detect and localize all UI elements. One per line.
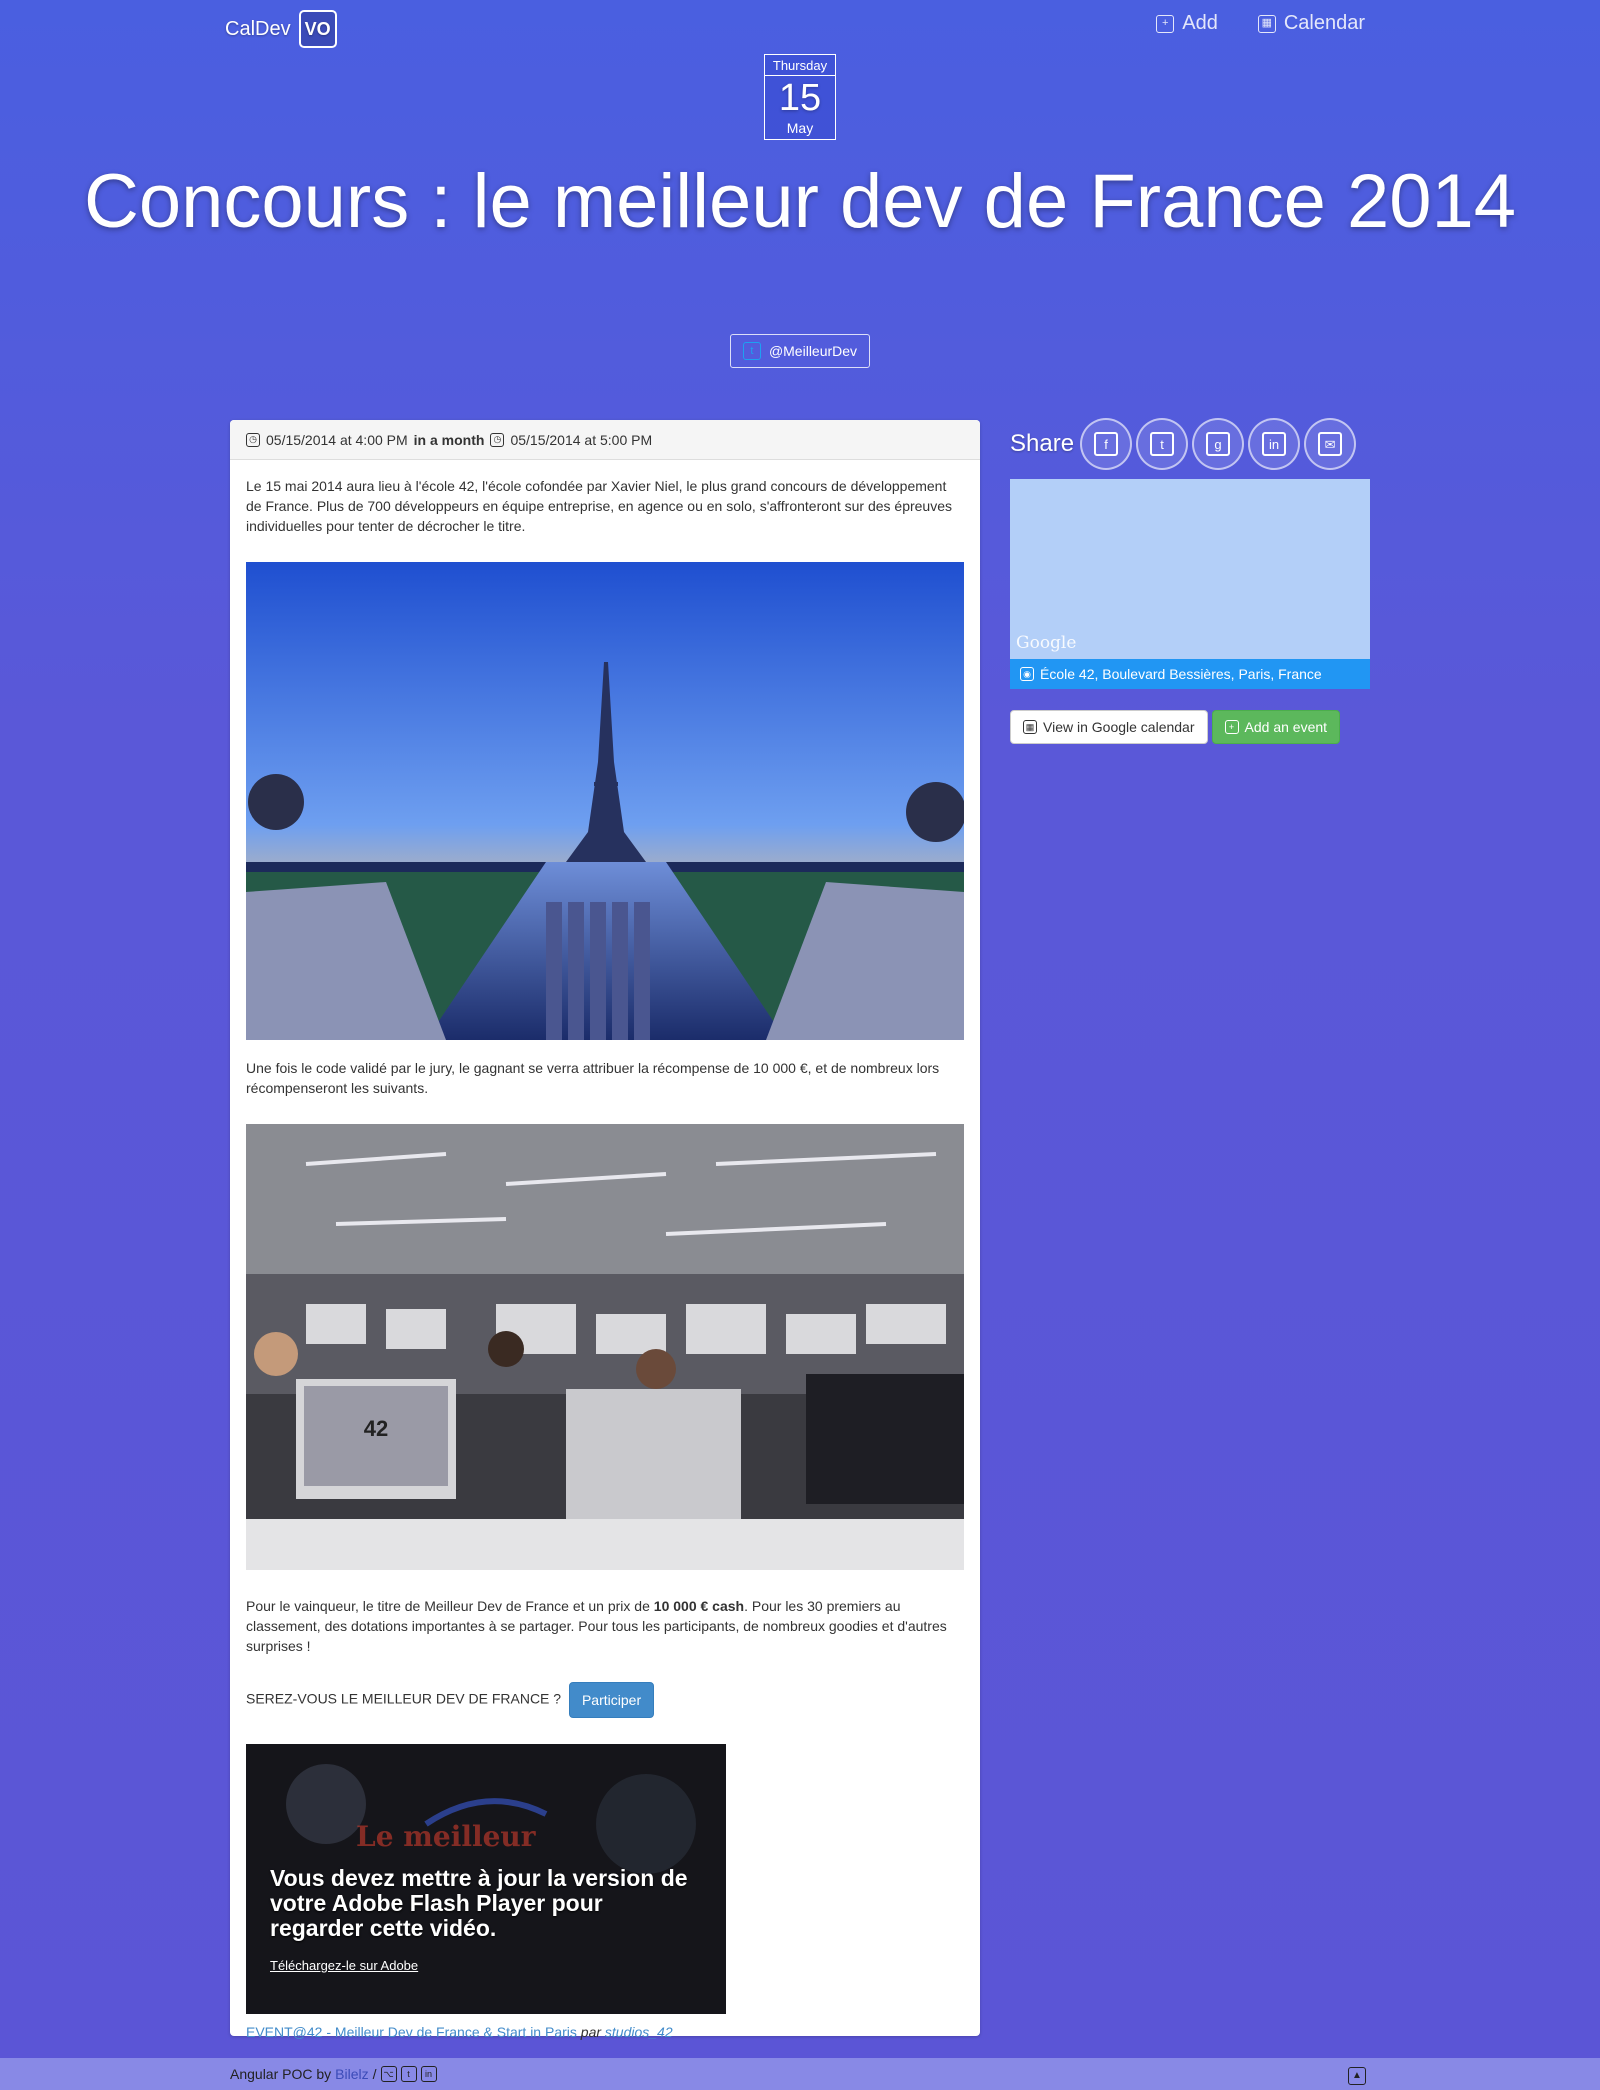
facebook-icon: f (1094, 432, 1119, 456)
google-calendar-icon: ▦ (1023, 720, 1037, 734)
footer-author-link[interactable]: Bilelz (335, 2066, 368, 2082)
brand-name[interactable]: CalDev (225, 18, 291, 41)
add-event-label: Add an event (1244, 719, 1328, 735)
prize-text-a: Pour le vainqueur, le titre de Meilleur … (246, 1598, 654, 1614)
linkedin-icon: in (1262, 432, 1287, 456)
date-month: May (786, 120, 814, 136)
calendar-icon: ▦ (1257, 14, 1276, 33)
logo-icon[interactable]: VO (298, 10, 337, 48)
nav-calendar-link[interactable]: ▦ Calendar (1257, 12, 1365, 35)
share-linkedin-button[interactable]: in (1248, 418, 1301, 470)
event-title: Concours : le meilleur dev de France 201… (83, 159, 1517, 244)
map-address-bar[interactable]: ◉ École 42, Boulevard Bessières, Paris, … (1010, 659, 1370, 689)
event-relative: in a month (413, 431, 485, 448)
add-event-button[interactable]: + Add an event (1211, 710, 1341, 744)
calendar-actions: ▦ View in Google calendar + Add an event (1010, 710, 1341, 744)
top-navbar: CalDev VO + Add ▦ Calendar (0, 0, 1600, 60)
classroom-photo: 42 (246, 1124, 964, 1570)
video-caption-par: par (580, 2024, 602, 2040)
video-overlay-logo: Le meilleur (356, 1820, 537, 1853)
twitter-handle-button[interactable]: t @MeilleurDev (730, 334, 870, 368)
event-end: 05/15/2014 at 5:00 PM (510, 431, 653, 448)
description-para-3: Pour le vainqueur, le titre de Meilleur … (246, 1596, 964, 1656)
share-google-plus-button[interactable]: g (1192, 418, 1245, 470)
back-to-top-icon[interactable]: ▲ (1348, 2067, 1366, 2085)
share-email-button[interactable]: ✉ (1304, 418, 1357, 470)
location-map[interactable]: Google ◉ École 42, Boulevard Bessières, … (1010, 479, 1370, 689)
twitter-handle: @MeilleurDev (768, 343, 858, 359)
event-description: Le 15 mai 2014 aura lieu à l'école 42, l… (230, 460, 980, 2058)
participer-button[interactable]: Participer (568, 1682, 655, 1718)
github-icon[interactable]: ⌥ (380, 2066, 397, 2082)
video-caption-author[interactable]: studios_42 (605, 2024, 673, 2040)
twitter-icon[interactable]: t (400, 2066, 417, 2082)
nav-add-link[interactable]: + Add (1156, 12, 1218, 35)
map-address: École 42, Boulevard Bessières, Paris, Fr… (1040, 666, 1322, 682)
footer-separator: / (372, 2066, 377, 2082)
eiffel-tower-photo (246, 562, 964, 1040)
nav-calendar-label: Calendar (1283, 12, 1365, 34)
linkedin-icon[interactable]: in (420, 2066, 437, 2082)
description-para-1: Le 15 mai 2014 aura lieu à l'école 42, l… (246, 478, 952, 534)
google-plus-icon: g (1206, 432, 1231, 456)
share-label: Share (1010, 430, 1075, 457)
photo-42-text: 42 (364, 1416, 388, 1441)
cta-row: SEREZ-VOUS LE MEILLEUR DEV DE FRANCE ? P… (246, 1682, 964, 1718)
share-facebook-button[interactable]: f (1080, 418, 1133, 470)
twitter-icon: t (742, 342, 761, 360)
prize-amount: 10 000 € cash (653, 1598, 745, 1614)
video-caption-link[interactable]: EVENT@42 - Meilleur Dev de France & Star… (246, 2024, 577, 2040)
map-watermark: Google (1016, 633, 1077, 653)
footer-text: Angular POC by (230, 2066, 332, 2082)
event-start: 05/15/2014 at 4:00 PM (266, 431, 408, 448)
cta-question: SEREZ-VOUS LE MEILLEUR DEV DE FRANCE ? (246, 1690, 562, 1707)
clock-icon: ◷ (246, 432, 260, 447)
event-card: ◷ 05/15/2014 at 4:00 PM in a month ◷ 05/… (230, 420, 980, 2040)
flash-update-message: Vous devez mettre à jour la version de v… (270, 1865, 688, 1941)
twitter-icon: t (1150, 432, 1175, 456)
brand[interactable]: CalDev VO (225, 10, 337, 48)
plus-icon: + (1224, 720, 1239, 734)
share-twitter-button[interactable]: t (1136, 418, 1189, 470)
adobe-download-link[interactable]: Téléchargez-le sur Adobe (270, 1956, 418, 1976)
video-caption: EVENT@42 - Meilleur Dev de France & Star… (246, 2022, 964, 2042)
footer-credits: Angular POC by Bilelz / ⌥ t in (230, 2066, 437, 2082)
description-para-2: Une fois le code validé par le jury, le … (246, 1060, 940, 1096)
map-marker-icon: ◉ (1020, 667, 1034, 681)
date-day: 15 (778, 77, 822, 119)
footer-right: ▲ (1348, 2065, 1366, 2085)
footer: Angular POC by Bilelz / ⌥ t in ▲ (0, 2058, 1600, 2090)
nav-add-label: Add (1182, 12, 1218, 34)
view-google-calendar-label: View in Google calendar (1043, 719, 1195, 735)
clock-end-icon: ◷ (490, 432, 505, 447)
video-embed[interactable]: Le meilleur Vous devez mettre à jour la … (246, 1744, 726, 2014)
view-google-calendar-button[interactable]: ▦ View in Google calendar (1010, 710, 1208, 744)
nav-links: + Add ▦ Calendar (1156, 12, 1365, 35)
email-icon: ✉ (1318, 432, 1343, 456)
date-badge: Thursday 15 May (764, 54, 836, 140)
plus-icon: + (1156, 14, 1175, 33)
event-times: ◷ 05/15/2014 at 4:00 PM in a month ◷ 05/… (230, 420, 980, 460)
share-bar: Share f t g in ✉ (1010, 418, 1357, 470)
date-weekday: Thursday (765, 55, 835, 76)
